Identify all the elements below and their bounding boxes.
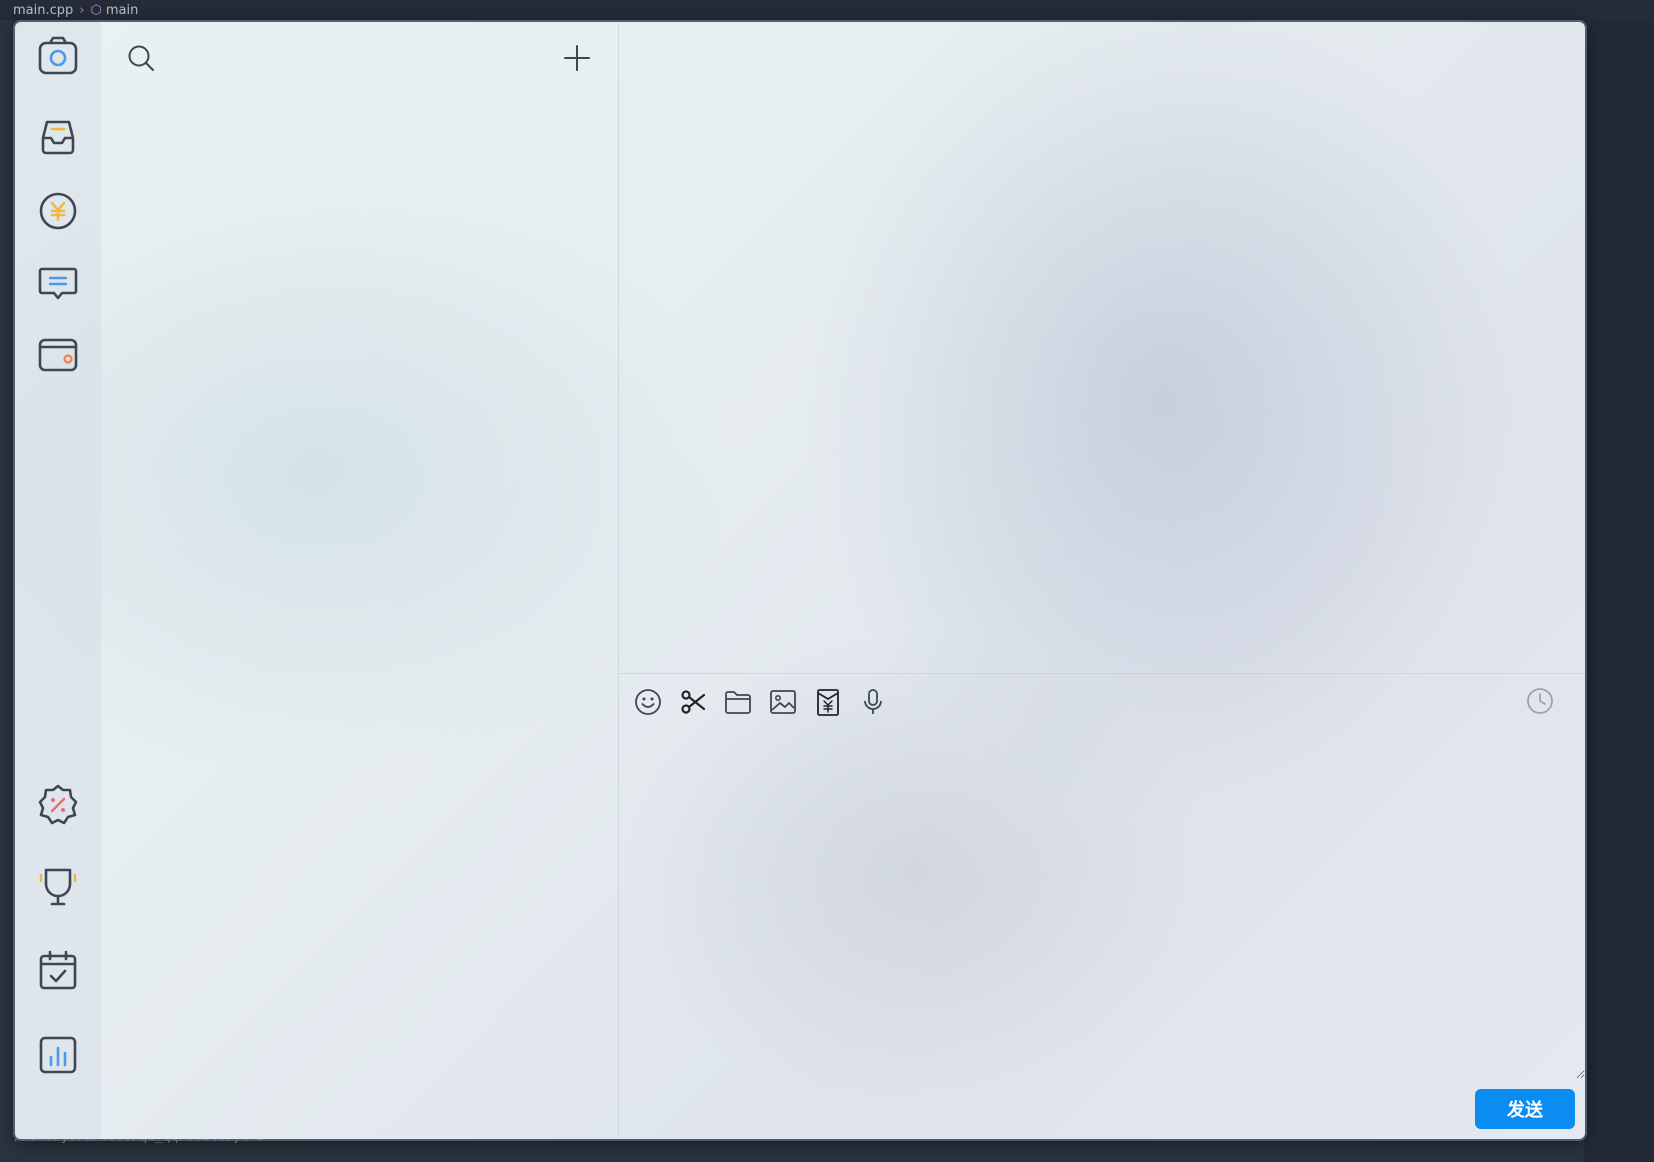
emoji-button[interactable] (630, 684, 666, 720)
scissors-icon (681, 690, 706, 714)
message-list[interactable] (618, 22, 1585, 674)
wallet-icon (38, 338, 78, 372)
plus-icon[interactable] (561, 42, 593, 74)
screenshot-button[interactable] (675, 684, 711, 720)
sidebar-item-wallet[interactable] (35, 332, 81, 378)
bar-chart-icon (39, 1036, 77, 1074)
folder-icon (725, 691, 751, 714)
ide-background (1584, 20, 1654, 1162)
yuan-coin-icon (39, 192, 77, 230)
sidebar (15, 22, 101, 1139)
send-button[interactable]: 发送 (1475, 1089, 1575, 1129)
trophy-icon (39, 868, 77, 906)
cube-icon: ⬡ (90, 2, 102, 18)
contact-list-panel (101, 22, 619, 1139)
emoji-icon (635, 689, 661, 715)
red-packet-button[interactable] (810, 684, 846, 720)
red-packet-icon (817, 689, 839, 716)
sidebar-item-inbox[interactable] (35, 114, 81, 160)
sidebar-item-stats[interactable] (35, 1032, 81, 1078)
sidebar-item-camera[interactable] (35, 34, 81, 80)
chat-area: 发送 (618, 22, 1585, 1139)
inbox-icon (41, 120, 75, 155)
clock-icon[interactable] (1525, 686, 1555, 716)
file-button[interactable] (720, 684, 756, 720)
message-icon (38, 267, 78, 300)
chat-window: 发送 (15, 22, 1585, 1139)
sidebar-item-calendar[interactable] (35, 948, 81, 994)
voice-button[interactable] (855, 684, 891, 720)
breadcrumb-file[interactable]: main.cpp (13, 3, 73, 18)
calendar-check-icon (39, 950, 77, 990)
breadcrumb-symbol[interactable]: main (106, 3, 138, 18)
message-input[interactable] (618, 732, 1585, 1079)
sidebar-item-messages[interactable] (35, 260, 81, 306)
image-icon (770, 690, 796, 714)
search-icon[interactable] (125, 42, 157, 74)
microphone-icon (864, 689, 882, 714)
input-toolbar (630, 684, 900, 720)
image-button[interactable] (765, 684, 801, 720)
sidebar-item-trophy[interactable] (35, 864, 81, 910)
camera-icon (38, 36, 78, 75)
sidebar-item-payment[interactable] (35, 188, 81, 234)
chevron-right-icon: › (79, 2, 85, 18)
sidebar-item-discount[interactable] (35, 782, 81, 828)
discount-badge-icon (38, 784, 78, 825)
ide-breadcrumb: main.cpp › ⬡ main (0, 0, 1654, 20)
